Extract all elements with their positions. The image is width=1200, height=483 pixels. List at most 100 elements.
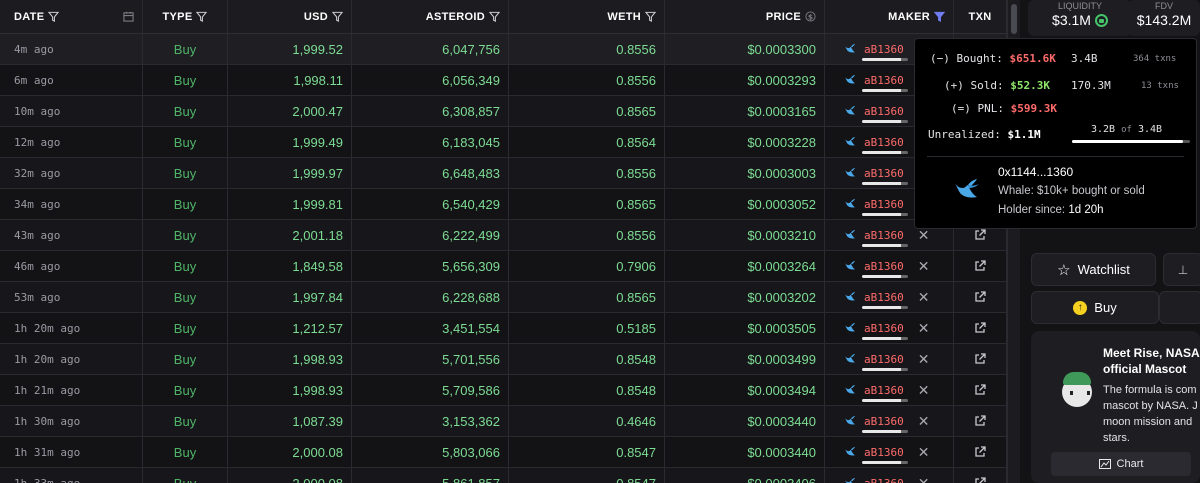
cell-maker[interactable]: aB1360 ✕: [825, 282, 954, 312]
filter-icon[interactable]: [48, 11, 60, 22]
table-row[interactable]: 1h 30m ago Buy 1,087.39 3,153,362 0.4646 $0.0…: [0, 406, 1007, 437]
close-icon[interactable]: ✕: [918, 413, 930, 430]
filter-icon[interactable]: [332, 11, 343, 22]
filter-icon[interactable]: [645, 11, 656, 22]
cell-maker[interactable]: aB1360 ✕: [825, 468, 954, 483]
external-link-icon[interactable]: [974, 291, 986, 303]
table-row[interactable]: 4m ago Buy 1,999.52 6,047,756 0.8556 $0.00033…: [0, 34, 1007, 65]
header-usd[interactable]: USD: [228, 0, 352, 33]
promo-body: The formula is com mascot by NASA. Jmoon …: [1103, 384, 1198, 444]
table-row[interactable]: 1h 33m ago Buy 2,000.08 5,861,857 0.8547 $0.0…: [0, 468, 1007, 483]
maker-tag[interactable]: aB1360: [862, 415, 908, 433]
cell-maker[interactable]: aB1360 ✕: [825, 437, 954, 467]
table-row[interactable]: 32m ago Buy 1,999.97 6,648,483 0.8556 $0.0003…: [0, 158, 1007, 189]
promo-card[interactable]: Meet Rise, NASA' official Mascot The form…: [1031, 331, 1200, 483]
table-row[interactable]: 1h 31m ago Buy 2,000.08 5,803,066 0.8547 $0.0…: [0, 437, 1007, 468]
cell-price: $0.0003052: [665, 189, 825, 219]
close-icon[interactable]: ✕: [918, 351, 930, 368]
cell-weth: 0.8548: [509, 375, 665, 405]
close-icon[interactable]: ✕: [918, 444, 930, 461]
maker-tag[interactable]: aB1360: [862, 322, 908, 340]
external-link-icon[interactable]: [974, 446, 986, 458]
maker-tag[interactable]: aB1360: [862, 198, 908, 216]
header-price[interactable]: PRICE $: [665, 0, 825, 33]
table-row[interactable]: 1h 20m ago Buy 1,212.57 3,451,554 0.5185 $0.0…: [0, 313, 1007, 344]
cell-txn[interactable]: [954, 282, 1007, 312]
maker-tag[interactable]: aB1360: [862, 74, 908, 92]
dollar-toggle-icon[interactable]: $: [805, 11, 816, 22]
maker-tag[interactable]: aB1360: [862, 136, 908, 154]
cell-weth: 0.7906: [509, 251, 665, 281]
table-row[interactable]: 6m ago Buy 1,998.11 6,056,349 0.8556 $0.00032…: [0, 65, 1007, 96]
maker-tag[interactable]: aB1360: [862, 291, 908, 309]
close-icon[interactable]: ✕: [918, 475, 930, 483]
maker-tag[interactable]: aB1360: [862, 105, 908, 123]
external-link-icon[interactable]: [974, 477, 986, 483]
table-row[interactable]: 53m ago Buy 1,997.84 6,228,688 0.8565 $0.0003…: [0, 282, 1007, 313]
close-icon[interactable]: ✕: [918, 258, 930, 275]
external-link-icon[interactable]: [974, 260, 986, 272]
maker-tag[interactable]: aB1360: [862, 260, 908, 278]
watchlist-button[interactable]: ☆ Watchlist: [1031, 253, 1156, 286]
alert-button[interactable]: ⊥: [1163, 253, 1200, 286]
close-icon[interactable]: ✕: [918, 382, 930, 399]
table-row[interactable]: 43m ago Buy 2,001.18 6,222,499 0.8556 $0.0003…: [0, 220, 1007, 251]
external-link-icon[interactable]: [974, 229, 986, 241]
cell-maker[interactable]: aB1360 ✕: [825, 406, 954, 436]
header-maker-label: MAKER: [888, 10, 930, 23]
maker-tag[interactable]: aB1360: [862, 384, 908, 402]
cell-maker[interactable]: aB1360 ✕: [825, 375, 954, 405]
cell-txn[interactable]: [954, 313, 1007, 343]
close-icon[interactable]: ✕: [918, 289, 930, 306]
maker-tag[interactable]: aB1360: [862, 43, 908, 61]
table-row[interactable]: 12m ago Buy 1,999.49 6,183,045 0.8564 $0.0003…: [0, 127, 1007, 158]
maker-tag[interactable]: aB1360: [862, 229, 908, 247]
external-link-icon[interactable]: [974, 353, 986, 365]
header-weth[interactable]: WETH: [509, 0, 665, 33]
close-icon[interactable]: ✕: [918, 227, 930, 244]
filter-icon[interactable]: [489, 11, 500, 22]
close-icon[interactable]: ✕: [918, 320, 930, 337]
filter-active-icon[interactable]: [934, 11, 945, 22]
cell-txn[interactable]: [954, 251, 1007, 281]
external-link-icon[interactable]: [974, 322, 986, 334]
chart-button[interactable]: Chart: [1051, 452, 1191, 476]
header-maker[interactable]: MAKER: [825, 0, 954, 33]
cell-type: Buy: [143, 437, 228, 467]
wallet-address[interactable]: 0x1144...1360: [998, 165, 1073, 179]
cell-maker[interactable]: aB1360 ✕: [825, 344, 954, 374]
cell-txn[interactable]: [954, 375, 1007, 405]
maker-tag[interactable]: aB1360: [864, 477, 904, 483]
table-row[interactable]: 1h 20m ago Buy 1,998.93 5,701,556 0.8548 $0.0…: [0, 344, 1007, 375]
buy-tab[interactable]: ↑ Buy: [1031, 291, 1159, 324]
cell-maker[interactable]: aB1360 ✕: [825, 251, 954, 281]
maker-tag[interactable]: aB1360: [862, 446, 908, 464]
table-row[interactable]: 46m ago Buy 1,849.58 5,656,309 0.7906 $0.0003…: [0, 251, 1007, 282]
cell-txn[interactable]: [954, 437, 1007, 467]
svg-text:$: $: [808, 12, 813, 21]
sell-tab[interactable]: [1159, 291, 1200, 324]
cell-date: 32m ago: [0, 158, 143, 188]
calendar-icon[interactable]: [123, 11, 134, 22]
filter-icon[interactable]: [196, 11, 208, 22]
scrollbar-thumb[interactable]: [1011, 4, 1017, 34]
cell-maker[interactable]: aB1360 ✕: [825, 313, 954, 343]
header-date[interactable]: DATE: [0, 0, 143, 33]
header-type[interactable]: TYPE: [143, 0, 228, 33]
table-row[interactable]: 34m ago Buy 1,999.81 6,540,429 0.8565 $0.0003…: [0, 189, 1007, 220]
cell-txn[interactable]: [954, 344, 1007, 374]
bought-tokens: 3.4B: [1071, 52, 1098, 65]
cell-usd: 1,997.84: [228, 282, 352, 312]
external-link-icon[interactable]: [974, 415, 986, 427]
maker-tag[interactable]: aB1360: [862, 167, 908, 185]
header-asteroid[interactable]: ASTEROID: [352, 0, 509, 33]
cell-asteroid: 6,540,429: [352, 189, 509, 219]
whale-icon: [844, 477, 856, 483]
maker-tag[interactable]: aB1360: [862, 353, 908, 371]
table-row[interactable]: 1h 21m ago Buy 1,998.93 5,709,586 0.8548 $0.0…: [0, 375, 1007, 406]
cell-txn[interactable]: [954, 468, 1007, 483]
external-link-icon[interactable]: [974, 384, 986, 396]
cell-txn[interactable]: [954, 406, 1007, 436]
table-row[interactable]: 10m ago Buy 2,000.47 6,308,857 0.8565 $0.0003…: [0, 96, 1007, 127]
whale-icon: [844, 167, 856, 177]
